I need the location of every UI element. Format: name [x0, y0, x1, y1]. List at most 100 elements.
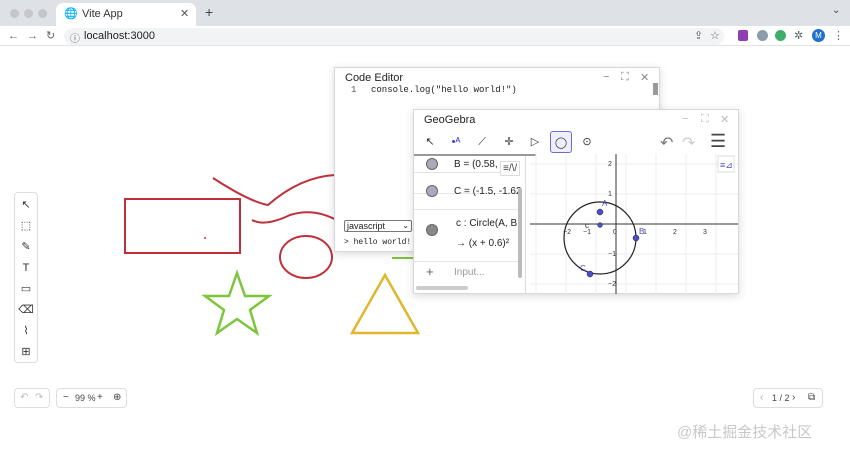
point-tool-icon[interactable]: •ᴬ [445, 131, 467, 153]
y-tick-label: −2 [608, 281, 616, 288]
add-page-icon[interactable]: ⧉ [808, 389, 815, 407]
scrollbar[interactable] [653, 83, 658, 95]
globe-icon: 🌐 [64, 8, 78, 20]
star-icon[interactable]: ☆ [710, 29, 720, 42]
freehand-stroke [251, 211, 341, 224]
y-tick-label: 1 [608, 191, 612, 198]
watermark: @稀土掘金技术社区 [677, 424, 813, 441]
maximize-icon[interactable]: ⛶ [701, 113, 709, 126]
circle-tool-icon[interactable]: ◯ [550, 131, 572, 153]
language-select[interactable]: javascript ⌄ [344, 220, 412, 232]
chevron-down-icon: ⌄ [402, 221, 409, 230]
zoom-group: − 99 % + ⊕ [56, 388, 127, 408]
window-minimize-dot[interactable] [24, 9, 33, 18]
undo-icon[interactable]: ↶ [660, 133, 673, 153]
conic-tool-icon[interactable]: ⊙ [576, 131, 598, 153]
pen-tool-icon[interactable]: ✎ [15, 237, 37, 258]
target-icon[interactable]: ⊕ [113, 389, 121, 407]
extension-icon[interactable] [757, 30, 768, 41]
frame-tool-icon[interactable]: ⬚ [15, 216, 37, 237]
hamburger-menu-icon[interactable]: ☰ [710, 131, 726, 152]
plus-icon[interactable]: + [426, 264, 434, 279]
polygon-tool-icon[interactable]: ▷ [524, 131, 546, 153]
extension-icon[interactable] [738, 30, 748, 41]
window-zoom-dot[interactable] [38, 9, 47, 18]
visibility-toggle[interactable] [426, 185, 438, 197]
redo-icon[interactable]: ↷ [35, 389, 43, 407]
zoom-level: 99 % [75, 393, 96, 403]
eraser-tool-icon[interactable]: ⌫ [15, 300, 37, 321]
brush-tool-icon[interactable]: ⌇ [15, 321, 37, 342]
kebab-menu-icon[interactable]: ⋮ [833, 28, 844, 45]
input-row[interactable]: + Input... [414, 262, 520, 284]
whiteboard-canvas[interactable]: ↖ ⬚ ✎ T ▭ ⌫ ⌇ ⊞ ↶ ↷ − 99 % + ⊕ ‹ 1 / 2 › ⧉ Code… [0, 47, 850, 458]
algebra-row[interactable]: c : Circle(A, B → (x + 0.6)² [414, 210, 520, 262]
tab-title: Vite App [82, 8, 123, 20]
extension-icon[interactable] [775, 30, 786, 41]
algebra-expression: C = (-1.5, -1.62 [454, 186, 522, 197]
apps-tool-icon[interactable]: ⊞ [15, 342, 37, 363]
point-label-b: B [639, 227, 644, 236]
chevron-left-icon[interactable]: ‹ [760, 389, 763, 407]
close-icon[interactable]: ✕ [180, 7, 189, 20]
address-bar[interactable]: ⓘ localhost:3000 ⇪ ☆ [64, 28, 724, 45]
window-close-dot[interactable] [10, 9, 19, 18]
scrollbar[interactable] [416, 286, 468, 290]
x-tick-label: −1 [583, 229, 591, 236]
zoom-out-button[interactable]: − [63, 389, 69, 407]
close-icon[interactable]: ✕ [720, 113, 729, 126]
puzzle-icon[interactable]: ✲ [794, 28, 803, 45]
reload-icon[interactable]: ↻ [46, 28, 55, 45]
point-c [586, 270, 594, 278]
algebra-row[interactable]: C = (-1.5, -1.62 [414, 172, 522, 210]
chevron-down-icon[interactable]: ⌄ [832, 5, 840, 16]
select-tool-icon[interactable]: ↖ [15, 195, 37, 216]
algebra-result: → (x + 0.6)² [456, 238, 510, 249]
plus-icon[interactable]: + [205, 4, 213, 20]
ellipse-shape [279, 235, 333, 279]
x-tick-label: 0 [613, 229, 617, 236]
view-toggle-icon[interactable]: ≡/\/ [500, 161, 521, 176]
console-output: > hello world! [344, 238, 412, 247]
perpendicular-tool-icon[interactable]: ✛ [498, 131, 520, 153]
line-tool-icon[interactable]: ⟋ [471, 131, 493, 153]
y-tick-label: 2 [608, 161, 612, 168]
scrollbar[interactable] [518, 188, 522, 278]
point-label-c: C [580, 264, 586, 273]
arrow-left-icon[interactable]: ← [8, 28, 19, 45]
rectangle-shape [124, 198, 241, 254]
graphics-view[interactable]: −2 −1 0 1 2 3 21−1−2 A B C c ≡⊿ [530, 154, 738, 294]
arrow-right-icon[interactable]: → [27, 28, 38, 45]
rectangle-tool-icon[interactable]: ▭ [15, 279, 37, 300]
minimize-icon[interactable]: − [682, 113, 688, 125]
browser-tab[interactable]: 🌐 Vite App ✕ [56, 3, 196, 26]
text-tool-icon[interactable]: T [15, 258, 37, 279]
maximize-icon[interactable]: ⛶ [621, 71, 629, 84]
x-tick-label: 2 [673, 229, 677, 236]
info-icon[interactable]: ⓘ [70, 30, 80, 45]
redo-icon[interactable]: ↷ [682, 133, 695, 153]
y-tick-label: −1 [608, 251, 616, 258]
language-value: javascript [347, 221, 386, 231]
input-field[interactable]: Input... [454, 267, 485, 278]
code-line[interactable]: console.log("hello world!") [371, 85, 517, 95]
geogebra-title: GeoGebra [424, 114, 476, 126]
close-icon[interactable]: ✕ [640, 71, 649, 84]
undo-redo-group: ↶ ↷ [14, 388, 50, 408]
browser-tab-strip: 🌐 Vite App ✕ + ⌄ [0, 0, 850, 26]
chevron-right-icon[interactable]: › [792, 389, 795, 407]
move-tool-icon[interactable]: ↖ [419, 131, 441, 153]
undo-icon[interactable]: ↶ [20, 389, 28, 407]
url-text: localhost:3000 [84, 30, 155, 42]
point-a [596, 208, 604, 216]
zoom-in-button[interactable]: + [97, 389, 103, 407]
minimize-icon[interactable]: − [603, 71, 609, 83]
visibility-toggle[interactable] [426, 158, 438, 170]
point-center [597, 222, 603, 228]
style-bar-icon: ≡⊿ [720, 160, 733, 170]
share-icon[interactable]: ⇪ [694, 29, 703, 42]
left-toolbar: ↖ ⬚ ✎ T ▭ ⌫ ⌇ ⊞ [14, 192, 38, 363]
profile-avatar[interactable]: M [812, 29, 825, 42]
visibility-toggle[interactable] [426, 224, 438, 236]
line-number: 1 [351, 85, 357, 95]
